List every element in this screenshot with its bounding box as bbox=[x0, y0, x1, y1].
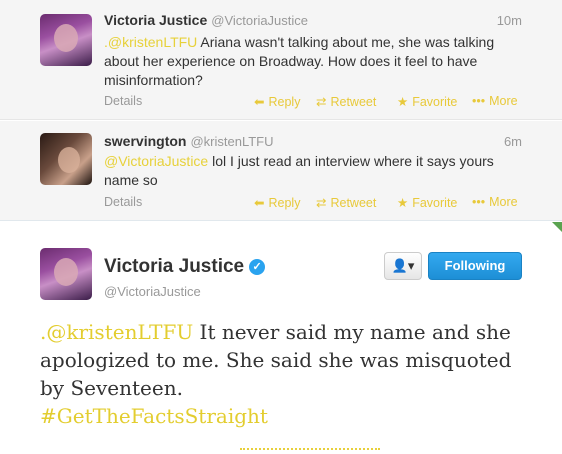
user-actions-button[interactable]: 👤▾ bbox=[384, 252, 422, 280]
more-label: More bbox=[489, 94, 518, 108]
retweet-button[interactable]: ⇄ Retweet bbox=[316, 94, 376, 109]
retweet-icon: ⇄ bbox=[316, 95, 327, 109]
retweet-label: Retweet bbox=[330, 196, 377, 210]
author-handle[interactable]: @kristenLTFU bbox=[190, 134, 273, 149]
mention-link[interactable]: @VictoriaJustice bbox=[104, 153, 208, 169]
tweet-reply-1[interactable]: Victoria Justice @VictoriaJustice 10m .@k… bbox=[0, 0, 562, 120]
tweet-author[interactable]: Victoria Justice @VictoriaJustice bbox=[104, 12, 308, 28]
main-author-name[interactable]: Victoria Justice ✓ bbox=[104, 256, 266, 278]
favorite-button[interactable]: ★ Favorite bbox=[397, 94, 457, 109]
tweet-author[interactable]: swervington @kristenLTFU bbox=[104, 133, 274, 149]
more-label: More bbox=[489, 195, 518, 209]
favorite-label: Favorite bbox=[412, 95, 458, 109]
corner-marker bbox=[552, 222, 562, 232]
retweet-label: Retweet bbox=[330, 95, 377, 109]
tweet-text: .@kristenLTFU Ariana wasn't talking abou… bbox=[104, 33, 524, 90]
following-button[interactable]: Following bbox=[428, 252, 522, 280]
main-author-handle[interactable]: @VictoriaJustice bbox=[104, 284, 201, 299]
more-button[interactable]: ••• More bbox=[472, 94, 518, 108]
verified-check-icon: ✓ bbox=[249, 259, 266, 275]
star-icon: ★ bbox=[397, 95, 409, 109]
avatar[interactable] bbox=[40, 133, 92, 185]
mention-link[interactable]: .@kristenLTFU bbox=[40, 320, 193, 344]
favorite-label: Favorite bbox=[412, 196, 458, 210]
reply-button[interactable]: ⬅ Reply bbox=[254, 195, 300, 210]
tweet-timestamp[interactable]: 10m bbox=[497, 13, 522, 28]
details-link[interactable]: Details bbox=[104, 195, 142, 209]
main-tweet-text: .@kristenLTFU It never said my name and … bbox=[40, 318, 520, 430]
more-dots-icon: ••• bbox=[472, 195, 486, 209]
tweet-reply-2[interactable]: swervington @kristenLTFU 6m @VictoriaJust… bbox=[0, 121, 562, 221]
author-handle[interactable]: @VictoriaJustice bbox=[211, 13, 308, 28]
star-icon: ★ bbox=[397, 196, 409, 210]
retweet-icon: ⇄ bbox=[316, 196, 327, 210]
reply-arrow-icon: ⬅ bbox=[254, 95, 265, 109]
retweet-button[interactable]: ⇄ Retweet bbox=[316, 195, 376, 210]
author-name[interactable]: Victoria Justice bbox=[104, 12, 207, 28]
divider bbox=[240, 448, 380, 450]
favorite-button[interactable]: ★ Favorite bbox=[397, 195, 457, 210]
avatar[interactable] bbox=[40, 14, 92, 66]
mention-link[interactable]: .@kristenLTFU bbox=[104, 34, 197, 50]
tweet-main: Victoria Justice ✓ @VictoriaJustice 👤▾ Fo… bbox=[0, 222, 562, 454]
tweet-timestamp[interactable]: 6m bbox=[504, 134, 522, 149]
avatar[interactable] bbox=[40, 248, 92, 300]
tweet-text: @VictoriaJustice lol I just read an inte… bbox=[104, 152, 524, 190]
reply-arrow-icon: ⬅ bbox=[254, 196, 265, 210]
reply-button[interactable]: ⬅ Reply bbox=[254, 94, 300, 109]
hashtag-link[interactable]: #GetTheFactsStraight bbox=[40, 404, 268, 428]
author-name[interactable]: Victoria Justice bbox=[104, 256, 244, 277]
more-dots-icon: ••• bbox=[472, 94, 486, 108]
user-menu-icon: 👤▾ bbox=[391, 258, 415, 273]
more-button[interactable]: ••• More bbox=[472, 195, 518, 209]
details-link[interactable]: Details bbox=[104, 94, 142, 108]
author-name[interactable]: swervington bbox=[104, 133, 186, 149]
reply-label: Reply bbox=[268, 196, 301, 210]
reply-label: Reply bbox=[268, 95, 301, 109]
